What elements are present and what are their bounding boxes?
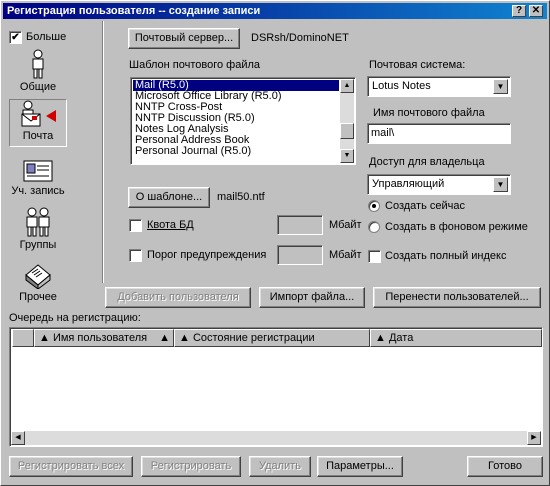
mail-file-input[interactable]: mail\ bbox=[367, 123, 511, 144]
scroll-thumb[interactable] bbox=[340, 123, 354, 139]
done-button[interactable]: Готово bbox=[467, 456, 543, 477]
nav-label-account: Уч. запись bbox=[11, 185, 65, 197]
nav-label-mail: Почта bbox=[22, 130, 54, 142]
column-header-status[interactable]: ▲ Состояние регистрации bbox=[174, 329, 370, 347]
title-bar: Регистрация пользователя -- создание зап… bbox=[3, 3, 547, 19]
scroll-down-icon[interactable]: ▼ bbox=[340, 149, 354, 163]
register-all-button[interactable]: Регистрировать всех bbox=[9, 456, 133, 477]
nav-item-account[interactable]: Уч. запись bbox=[9, 159, 67, 201]
create-index-checkbox[interactable] bbox=[368, 250, 381, 263]
nav-item-other[interactable]: Прочее bbox=[9, 261, 67, 305]
nav-item-general[interactable]: Общие bbox=[9, 49, 67, 95]
mail-server-button[interactable]: Почтовый сервер... bbox=[128, 28, 240, 49]
nav-label-groups: Группы bbox=[19, 239, 57, 251]
register-button[interactable]: Регистрировать bbox=[141, 456, 241, 477]
close-button[interactable]: ✕ bbox=[529, 5, 543, 17]
create-now-radio[interactable] bbox=[368, 200, 380, 212]
chevron-down-icon[interactable]: ▼ bbox=[493, 79, 508, 94]
nav-item-mail[interactable]: Почта bbox=[9, 99, 67, 147]
list-item[interactable]: Personal Journal (R5.0) bbox=[133, 146, 339, 157]
column-header-blank bbox=[12, 329, 34, 347]
account-icon bbox=[23, 160, 53, 182]
more-checkbox-label: Больше bbox=[26, 31, 67, 43]
mail-system-label: Почтовая система: bbox=[369, 59, 466, 71]
delete-button[interactable]: Удалить bbox=[249, 456, 311, 477]
parameters-button[interactable]: Параметры... bbox=[317, 456, 403, 477]
scroll-left-icon[interactable]: ◀ bbox=[11, 431, 25, 445]
scroll-right-icon[interactable]: ▶ bbox=[527, 431, 541, 445]
group-icon bbox=[26, 207, 50, 237]
column-header-user-name[interactable]: ▲ Имя пользователя ▲ bbox=[34, 329, 174, 347]
quota-checkbox[interactable] bbox=[129, 219, 142, 232]
queue-horizontal-scrollbar[interactable]: ◀ ▶ bbox=[11, 431, 541, 445]
import-file-button[interactable]: Импорт файла... bbox=[259, 287, 365, 308]
nav-item-groups[interactable]: Группы bbox=[9, 207, 67, 253]
mail-icon bbox=[21, 100, 56, 127]
scroll-up-icon[interactable]: ▲ bbox=[340, 79, 354, 93]
warning-label: Порог предупреждения bbox=[147, 249, 267, 261]
quota-label: Квота БД bbox=[147, 219, 194, 231]
owner-access-value: Управляющий bbox=[372, 178, 445, 190]
create-background-label: Создать в фоновом режиме bbox=[385, 221, 528, 233]
template-listbox[interactable]: Mail (R5.0) Microsoft Office Library (R5… bbox=[130, 77, 356, 165]
create-index-label: Создать полный индекс bbox=[385, 250, 507, 262]
registration-dialog: Регистрация пользователя -- создание зап… bbox=[0, 0, 550, 486]
about-template-button[interactable]: О шаблоне... bbox=[128, 187, 210, 208]
mail-system-select[interactable]: Lotus Notes ▼ bbox=[367, 76, 511, 97]
help-button[interactable]: ? bbox=[512, 5, 526, 17]
other-icon bbox=[25, 264, 51, 289]
template-label: Шаблон почтового файла bbox=[129, 59, 261, 71]
mail-server-value: DSRsh/DominoNET bbox=[251, 32, 349, 44]
mail-file-label: Имя почтового файла bbox=[373, 107, 485, 119]
mail-file-value: mail\ bbox=[371, 127, 395, 139]
template-scrollbar[interactable]: ▲ ▼ bbox=[340, 79, 354, 163]
column-header-date[interactable]: ▲ Дата bbox=[370, 329, 542, 347]
move-users-button[interactable]: Перенести пользователей... bbox=[373, 287, 541, 308]
more-checkbox[interactable]: ✔ bbox=[9, 31, 22, 44]
mail-system-value: Lotus Notes bbox=[372, 80, 431, 92]
add-user-button[interactable]: Добавить пользователя bbox=[105, 287, 251, 308]
warning-checkbox[interactable] bbox=[129, 249, 142, 262]
create-background-radio[interactable] bbox=[368, 221, 380, 233]
nav-label-other: Прочее bbox=[19, 291, 57, 303]
person-icon bbox=[32, 49, 44, 79]
quota-unit: Мбайт bbox=[329, 219, 362, 231]
window-title: Регистрация пользователя -- создание зап… bbox=[7, 5, 261, 17]
warning-input[interactable] bbox=[277, 245, 323, 265]
template-file-value: mail50.ntf bbox=[217, 191, 265, 203]
chevron-down-icon[interactable]: ▼ bbox=[493, 177, 508, 192]
owner-access-select[interactable]: Управляющий ▼ bbox=[367, 174, 511, 195]
nav-separator bbox=[102, 21, 104, 283]
create-now-label: Создать сейчас bbox=[385, 200, 465, 212]
owner-access-label: Доступ для владельца bbox=[369, 156, 485, 168]
queue-label: Очередь на регистрацию: bbox=[9, 312, 141, 324]
nav-label-general: Общие bbox=[19, 81, 57, 93]
queue-table[interactable]: ▲ Имя пользователя ▲ ▲ Состояние регистр… bbox=[9, 327, 543, 447]
warning-unit: Мбайт bbox=[329, 249, 362, 261]
quota-input[interactable] bbox=[277, 215, 323, 235]
